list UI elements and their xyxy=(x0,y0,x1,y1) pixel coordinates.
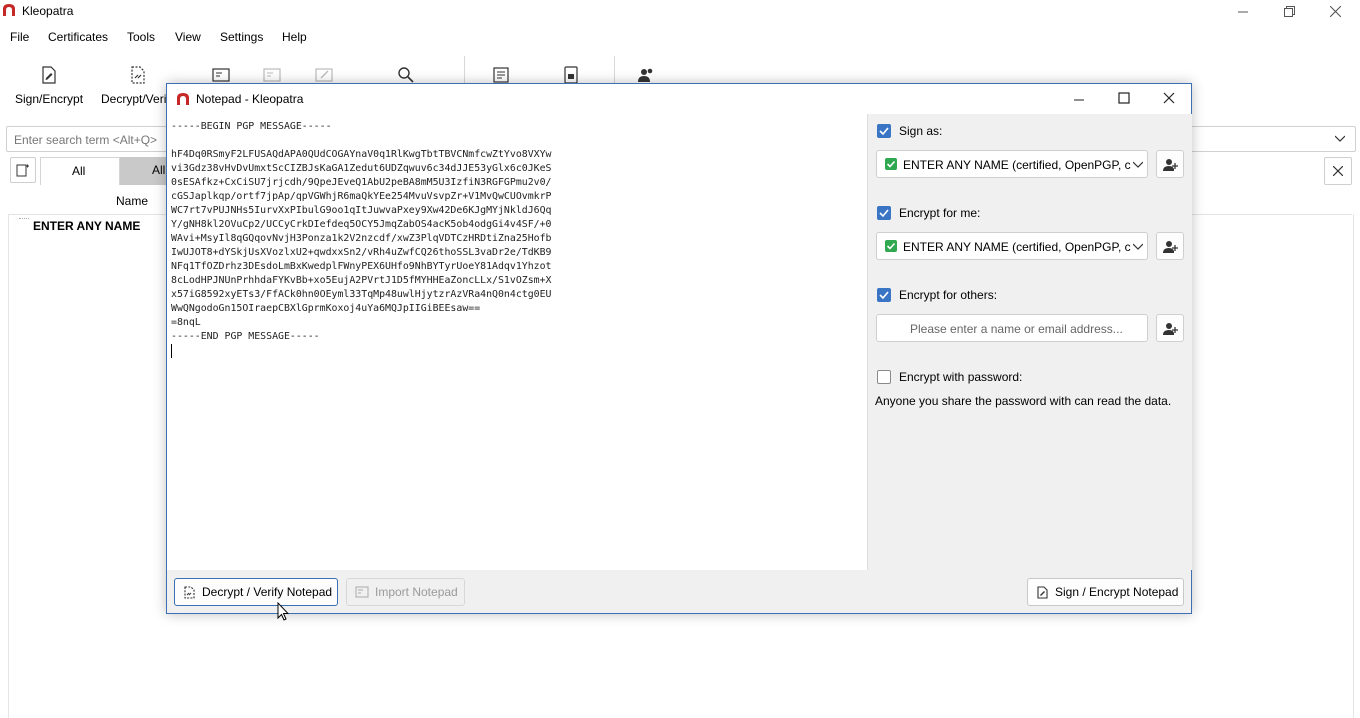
menu-certificates[interactable]: Certificates xyxy=(48,30,108,44)
encrypt-for-me-select-certificate-button[interactable] xyxy=(1156,232,1184,260)
notepad-titlebar: Notepad - Kleopatra xyxy=(167,84,1191,114)
notepad-dialog: Notepad - Kleopatra -----BEGIN PGP MESSA… xyxy=(166,83,1192,614)
notepad-text-editor[interactable]: -----BEGIN PGP MESSAGE----- hF4Dq0RSmyF2… xyxy=(167,114,867,570)
valid-certificate-icon xyxy=(885,158,897,170)
close-tab-icon xyxy=(1333,166,1343,176)
decrypt-verify-label: Decrypt/Veri xyxy=(101,92,167,106)
dialog-maximize-icon[interactable] xyxy=(1118,92,1130,104)
sign-encrypt-icon xyxy=(42,66,56,84)
mouse-cursor-icon xyxy=(277,602,289,621)
import-certificate-icon[interactable] xyxy=(212,66,230,84)
chevron-down-icon xyxy=(1133,243,1143,250)
smartcards-icon[interactable] xyxy=(562,66,580,84)
chevron-down-icon xyxy=(1133,161,1143,168)
export-certificate-icon xyxy=(263,68,281,82)
tree-branch-line xyxy=(19,218,29,220)
close-tab-button[interactable] xyxy=(1324,157,1352,185)
dialog-close-icon[interactable] xyxy=(1163,92,1175,104)
lookup-search-icon[interactable] xyxy=(397,66,415,84)
certificate-row-name[interactable]: ENTER ANY NAME xyxy=(33,219,140,233)
kleopatra-logo-icon xyxy=(177,93,189,105)
checkmark-icon xyxy=(879,127,889,136)
menu-tools[interactable]: Tools xyxy=(127,30,155,44)
tab-all-certificates-label: All xyxy=(152,163,166,177)
pgp-message-text: -----BEGIN PGP MESSAGE----- hF4Dq0RSmyF2… xyxy=(171,121,552,342)
new-tab-icon xyxy=(16,164,29,177)
column-header-name[interactable]: Name xyxy=(116,194,148,208)
encrypt-for-others-input[interactable]: Please enter a name or email address... xyxy=(876,314,1148,342)
sign-encrypt-notepad-label: Sign / Encrypt Notepad xyxy=(1055,585,1179,599)
decrypt-icon xyxy=(184,585,195,599)
sign-encrypt-icon xyxy=(1037,585,1048,599)
checkmark-icon xyxy=(879,291,889,300)
import-icon xyxy=(355,586,369,598)
add-user-icon xyxy=(1163,159,1178,171)
toolbar-separator xyxy=(464,56,465,86)
menu-view[interactable]: View xyxy=(175,30,201,44)
encrypt-for-me-value: ENTER ANY NAME (certified, OpenPGP, cre xyxy=(903,240,1131,254)
minimize-button[interactable] xyxy=(1220,0,1266,23)
sign-as-select-certificate-button[interactable] xyxy=(1156,150,1184,178)
decrypt-verify-icon xyxy=(131,66,145,84)
add-user-icon xyxy=(1163,241,1178,253)
minimize-icon xyxy=(1238,11,1248,12)
decrypt-verify-notepad-button[interactable]: Decrypt / Verify Notepad xyxy=(174,578,338,606)
encrypt-for-others-checkbox[interactable] xyxy=(877,288,891,302)
search-dropdown-chevron-icon[interactable] xyxy=(1335,135,1345,143)
checkmark-icon xyxy=(879,209,889,218)
sign-as-label: Sign as: xyxy=(899,124,943,138)
groups-icon[interactable] xyxy=(637,66,655,84)
tab-all-certificates[interactable]: All xyxy=(120,157,168,185)
menu-file[interactable]: File xyxy=(10,30,29,44)
decrypt-verify-notepad-label: Decrypt / Verify Notepad xyxy=(202,585,333,599)
notepad-icon[interactable] xyxy=(492,66,510,84)
menu-bar: File Certificates Tools View Settings He… xyxy=(0,26,1360,48)
text-cursor xyxy=(171,344,172,358)
menu-settings[interactable]: Settings xyxy=(220,30,263,44)
import-notepad-button[interactable]: Import Notepad xyxy=(346,578,465,606)
password-note: Anyone you share the password with can r… xyxy=(875,394,1172,408)
search-placeholder: Enter search term <Alt+Q> xyxy=(14,133,158,147)
add-user-icon xyxy=(1163,323,1178,335)
notepad-title: Notepad - Kleopatra xyxy=(196,92,304,106)
encrypt-with-password-label: Encrypt with password: xyxy=(899,370,1023,384)
valid-certificate-icon xyxy=(885,240,897,252)
sign-as-checkbox[interactable] xyxy=(877,124,891,138)
encrypt-with-password-checkbox[interactable] xyxy=(877,370,891,384)
sign-encrypt-label: Sign/Encrypt xyxy=(15,92,84,106)
restore-button[interactable] xyxy=(1266,0,1312,23)
new-tab-button[interactable] xyxy=(10,157,36,183)
dialog-minimize-icon[interactable] xyxy=(1073,94,1085,106)
sign-as-value: ENTER ANY NAME (certified, OpenPGP, cre xyxy=(903,158,1131,172)
sign-encrypt-tool[interactable]: Sign/Encrypt xyxy=(8,56,88,112)
sign-as-combobox[interactable]: ENTER ANY NAME (certified, OpenPGP, cre xyxy=(876,150,1148,178)
toolbar-separator-2 xyxy=(614,56,615,86)
crypto-options-panel: Sign as: ENTER ANY NAME (certified, Open… xyxy=(867,114,1192,570)
menu-help[interactable]: Help xyxy=(282,30,307,44)
decrypt-verify-tool[interactable]: Decrypt/Veri xyxy=(96,56,166,112)
encrypt-for-me-combobox[interactable]: ENTER ANY NAME (certified, OpenPGP, cre xyxy=(876,232,1148,260)
restore-icon xyxy=(1283,6,1295,17)
main-titlebar: Kleopatra xyxy=(0,0,1360,23)
import-notepad-label: Import Notepad xyxy=(375,585,458,599)
kleopatra-logo-icon xyxy=(3,4,15,16)
encrypt-for-others-select-certificate-button[interactable] xyxy=(1156,314,1184,342)
encrypt-for-me-label: Encrypt for me: xyxy=(899,206,981,220)
close-button[interactable] xyxy=(1312,0,1358,23)
encrypt-for-others-label: Encrypt for others: xyxy=(899,288,998,302)
tab-all-label: All xyxy=(72,164,86,178)
app-title: Kleopatra xyxy=(22,4,74,18)
encrypt-for-me-checkbox[interactable] xyxy=(877,206,891,220)
sign-encrypt-notepad-button[interactable]: Sign / Encrypt Notepad xyxy=(1027,578,1184,606)
others-placeholder: Please enter a name or email address... xyxy=(910,322,1123,336)
certify-icon xyxy=(315,68,333,82)
close-icon xyxy=(1329,6,1341,17)
tab-all[interactable]: All xyxy=(40,157,120,185)
